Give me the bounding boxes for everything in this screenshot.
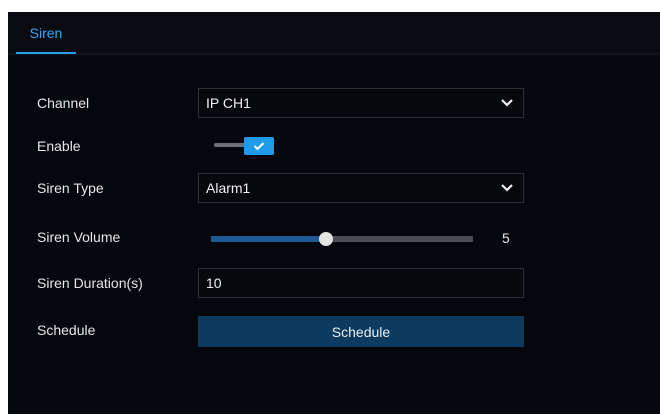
channel-label: Channel	[37, 95, 90, 111]
enable-toggle-track[interactable]	[214, 143, 246, 147]
schedule-button[interactable]: Schedule	[198, 316, 524, 347]
chevron-down-icon	[501, 184, 513, 192]
tab-siren[interactable]: Siren	[16, 12, 76, 54]
chevron-down-icon	[501, 99, 513, 107]
siren-volume-label: Siren Volume	[37, 229, 121, 245]
tab-bar: Siren	[8, 12, 660, 55]
enable-label: Enable	[37, 138, 81, 154]
enable-toggle[interactable]	[244, 137, 274, 155]
siren-duration-label: Siren Duration(s)	[37, 275, 143, 291]
schedule-label: Schedule	[37, 322, 96, 338]
siren-type-select[interactable]: Alarm1	[198, 173, 524, 203]
channel-select[interactable]: IP CH1	[198, 88, 524, 118]
check-icon	[253, 142, 265, 151]
siren-type-value: Alarm1	[206, 180, 251, 196]
siren-volume-slider[interactable]	[211, 232, 473, 246]
channel-value: IP CH1	[206, 95, 251, 111]
siren-type-label: Siren Type	[37, 180, 104, 196]
siren-volume-thumb[interactable]	[319, 232, 334, 246]
siren-duration-input[interactable]: 10	[198, 268, 524, 298]
siren-volume-value: 5	[502, 230, 510, 246]
siren-settings-panel: Siren Channel IP CH1 Enable Siren Type A…	[8, 12, 660, 414]
tab-siren-label: Siren	[29, 25, 63, 41]
siren-volume-fill	[211, 236, 327, 242]
siren-duration-value: 10	[206, 275, 222, 291]
tab-active-indicator	[16, 52, 76, 54]
